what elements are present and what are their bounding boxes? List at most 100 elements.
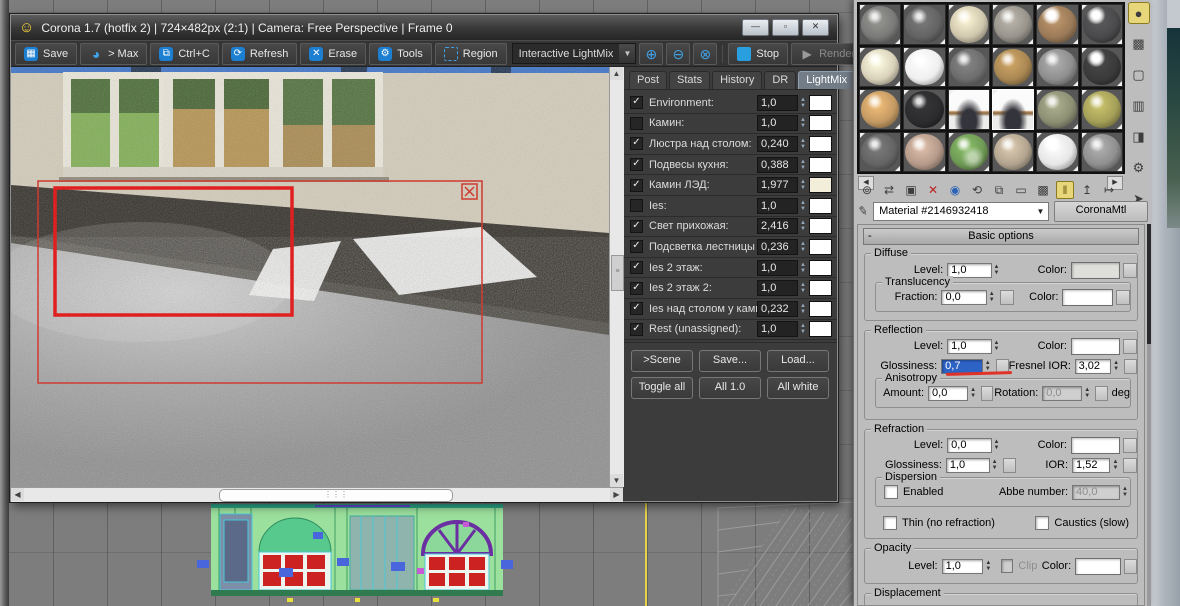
light-checkbox[interactable]: ✓ [630,240,643,253]
intensity-spinner[interactable]: ▲▼ [800,282,806,294]
zoom-out-button[interactable]: ⊖ [666,43,690,65]
fresnel-ior-field[interactable]: 3,02 [1075,359,1112,374]
zoom-in-button[interactable]: ⊕ [639,43,663,65]
video-color-check-icon[interactable]: ▥ [1128,95,1150,117]
opacity-map-button[interactable] [1124,559,1137,574]
anisotropy-map-button[interactable] [981,386,993,401]
material-slot-20[interactable] [903,132,945,173]
make-material-copy-icon[interactable]: ⧉ [990,181,1008,199]
material-slot-14[interactable] [903,89,945,130]
material-slot-11[interactable] [1036,47,1078,88]
translucency-color-map-button[interactable] [1116,290,1130,305]
reflection-level-spinner[interactable]: ▲▼ [994,340,1000,352]
light-intensity-field[interactable]: 1,0 [757,321,798,337]
material-slot-2[interactable] [903,4,945,45]
intensity-spinner[interactable]: ▲▼ [800,220,806,232]
light-color-swatch[interactable] [809,321,832,337]
light-color-swatch[interactable] [809,136,832,152]
load-mix-button[interactable]: Load... [767,350,829,372]
zoom-reset-button[interactable]: ⊗ [693,43,717,65]
ior-field[interactable]: 1,52 [1072,458,1110,473]
intensity-spinner[interactable]: ▲▼ [800,241,806,253]
scroll-up-icon[interactable]: ▲ [610,67,623,80]
light-color-swatch[interactable] [809,301,832,317]
light-color-swatch[interactable] [809,239,832,255]
material-slot-13[interactable] [859,89,901,130]
refraction-color-map-button[interactable] [1123,438,1137,453]
dispersion-enabled-checkbox[interactable] [884,485,898,499]
region-button[interactable]: Region [435,43,507,65]
all-10-button[interactable]: All 1.0 [699,377,761,399]
scroll-left-icon[interactable]: ◀ [11,488,24,501]
fresnel-map-button[interactable] [1124,359,1137,374]
material-slot-18[interactable] [1081,89,1123,130]
intensity-spinner[interactable]: ▲▼ [800,179,806,191]
refraction-level-field[interactable]: 0,0 [947,438,991,453]
material-slot-6[interactable] [1081,4,1123,45]
abbe-field[interactable]: 40,0 [1072,485,1120,500]
light-intensity-field[interactable]: 0,240 [757,136,798,152]
light-checkbox[interactable]: ✓ [630,302,643,315]
anisotropy-amount-spinner[interactable]: ▲▼ [970,387,976,399]
material-id-channel-icon[interactable]: ▭ [1012,181,1030,199]
vfb-titlebar[interactable]: ☺ Corona 1.7 (hotfix 2) | 724×482px (2:1… [11,15,837,40]
light-intensity-field[interactable]: 1,0 [757,280,798,296]
diffuse-level-spinner[interactable]: ▲▼ [994,264,1000,276]
horizontal-scroll-thumb[interactable]: ⋮⋮⋮ [219,489,453,502]
light-intensity-field[interactable]: 0,232 [757,301,798,317]
light-color-swatch[interactable] [809,198,832,214]
light-checkbox[interactable]: ✓ [630,96,643,109]
material-slot-8[interactable] [903,47,945,88]
caustics-checkbox[interactable] [1035,516,1049,530]
delete-material-icon[interactable]: ✕ [924,181,942,199]
rotation-spinner[interactable]: ▲▼ [1084,387,1090,399]
intensity-spinner[interactable]: ▲▼ [800,262,806,274]
material-name-dropdown[interactable]: Material #2146932418 ▼ [873,202,1049,221]
material-slot-4[interactable] [992,4,1034,45]
refraction-level-spinner[interactable]: ▲▼ [994,439,1000,451]
light-checkbox[interactable]: ✓ [630,261,643,274]
material-slot-3[interactable] [948,4,990,45]
intensity-spinner[interactable]: ▲▼ [800,117,806,129]
light-color-swatch[interactable] [809,177,832,193]
material-slot-23[interactable] [1036,132,1078,173]
clip-checkbox[interactable] [1001,559,1013,573]
scene-button[interactable]: >Scene [631,350,693,372]
rotation-field[interactable]: 0,0 [1042,386,1082,401]
material-slot-9[interactable] [948,47,990,88]
reflection-color-map-button[interactable] [1123,339,1137,354]
erase-button[interactable]: ✕ Erase [300,43,366,65]
tab-stats[interactable]: Stats [669,71,710,89]
toggle-all-button[interactable]: Toggle all [631,377,693,399]
sample-type-sphere-icon[interactable]: ● [1128,2,1150,24]
light-checkbox[interactable] [630,199,643,212]
refraction-color-swatch[interactable] [1071,437,1120,454]
render-vertical-scrollbar[interactable]: ▲ ≡ ▼ [609,67,624,487]
material-slot-21[interactable] [948,132,990,173]
make-preview-icon[interactable]: ◨ [1128,126,1150,148]
minimize-button[interactable]: — [742,19,769,36]
intensity-spinner[interactable]: ▲▼ [800,159,806,171]
vertical-scroll-thumb[interactable]: ≡ [611,255,624,291]
intensity-spinner[interactable]: ▲▼ [800,97,806,109]
ior-map-button[interactable] [1123,458,1137,473]
reset-map-icon[interactable]: ⟲ [968,181,986,199]
maximize-button[interactable]: ▫ [772,19,799,36]
material-slot-1[interactable] [859,4,901,45]
glossiness-spinner[interactable]: ▲▼ [985,360,991,372]
light-checkbox[interactable]: ✓ [630,179,643,192]
opacity-color-swatch[interactable] [1075,558,1121,575]
light-color-swatch[interactable] [809,218,832,234]
put-material-to-scene-icon[interactable]: ⇄ [880,181,898,199]
fresnel-spinner[interactable]: ▲▼ [1113,360,1119,372]
material-slot-15[interactable] [948,89,990,130]
go-to-parent-icon[interactable]: ↥ [1078,181,1096,199]
light-color-swatch[interactable] [809,95,832,111]
material-slot-12[interactable] [1081,47,1123,88]
light-intensity-field[interactable]: 1,0 [757,260,798,276]
render-view[interactable] [11,67,609,487]
get-material-icon[interactable]: ⊚ [858,181,876,199]
material-editor-scrollbar[interactable] [1147,224,1151,606]
all-white-button[interactable]: All white [767,377,829,399]
light-checkbox[interactable]: ✓ [630,323,643,336]
